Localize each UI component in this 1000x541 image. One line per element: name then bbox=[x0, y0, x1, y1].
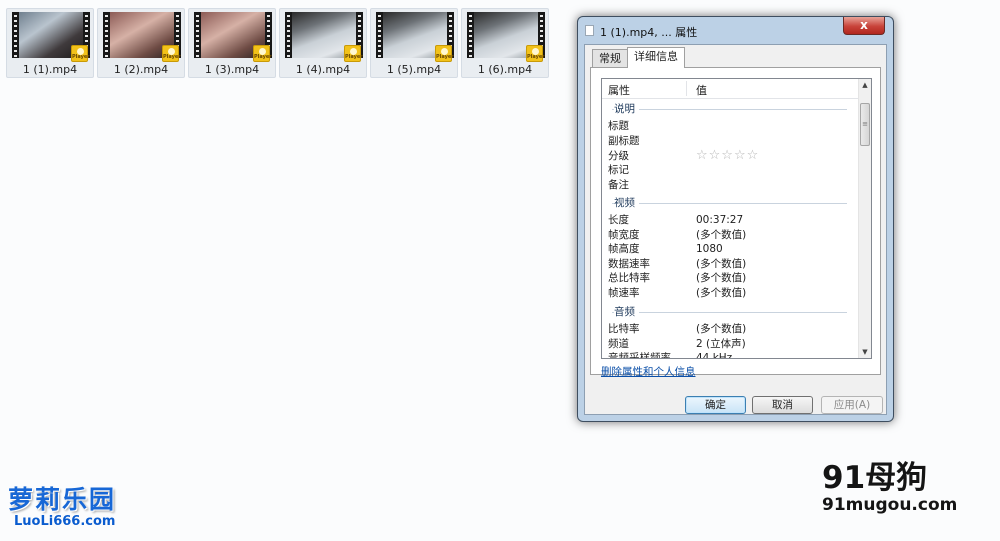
film-strip-icon bbox=[467, 12, 474, 58]
scroll-up-icon[interactable]: ▲ bbox=[859, 79, 871, 91]
list-header: 属性 值 bbox=[602, 79, 858, 99]
group-divider bbox=[612, 312, 847, 313]
dialog-titlebar[interactable]: 1 (1).mp4, ... 属性 x bbox=[578, 17, 893, 44]
video-thumbnail: Player bbox=[467, 12, 545, 62]
tab-general[interactable]: 常规 bbox=[592, 49, 628, 68]
close-button[interactable]: x bbox=[843, 17, 885, 35]
video-thumbnail: Player bbox=[12, 12, 90, 62]
property-key: 总比特率 bbox=[608, 272, 650, 284]
watermark-right-url: 91mugou.com bbox=[822, 495, 958, 515]
tab-strip: 常规 详细信息 bbox=[592, 47, 685, 68]
file-name: 1 (1).mp4 bbox=[22, 63, 78, 76]
file-icon bbox=[585, 25, 594, 36]
video-thumbnail: Player bbox=[103, 12, 181, 62]
group-divider bbox=[612, 203, 847, 204]
property-value: 2 (立体声) bbox=[696, 338, 746, 350]
film-strip-icon bbox=[103, 12, 110, 58]
watermark-left-title: 萝莉乐园 bbox=[8, 485, 117, 514]
properties-dialog: 1 (1).mp4, ... 属性 x 常规 详细信息 属性 值 说明 标题 副… bbox=[577, 16, 894, 422]
property-key: 数据速率 bbox=[608, 258, 650, 270]
property-value: (多个数值) bbox=[696, 272, 747, 284]
file-name: 1 (5).mp4 bbox=[386, 63, 442, 76]
group-divider bbox=[612, 109, 847, 110]
property-key: 备注 bbox=[608, 179, 629, 191]
watermark-left-url: LuoLi666.com bbox=[14, 514, 116, 529]
property-key: 帧宽度 bbox=[608, 229, 640, 241]
property-value: (多个数值) bbox=[696, 229, 747, 241]
dialog-body: 常规 详细信息 属性 值 说明 标题 副标题 分级 ☆☆☆☆☆ 标记 备注 视频… bbox=[584, 44, 887, 415]
property-key: 比特率 bbox=[608, 323, 640, 335]
player-icon: Player bbox=[162, 45, 181, 62]
player-icon: Player bbox=[344, 45, 363, 62]
player-icon: Player bbox=[71, 45, 90, 62]
file-tile[interactable]: Player 1 (4).mp4 bbox=[279, 8, 367, 78]
tab-details[interactable]: 详细信息 bbox=[627, 47, 685, 68]
file-name: 1 (3).mp4 bbox=[204, 63, 260, 76]
film-strip-icon bbox=[285, 12, 292, 58]
video-thumbnail: Player bbox=[376, 12, 454, 62]
ok-button[interactable]: 确定 bbox=[685, 396, 746, 414]
column-divider[interactable] bbox=[686, 81, 687, 96]
file-tile[interactable]: Player 1 (5).mp4 bbox=[370, 8, 458, 78]
property-value: 44 kHz bbox=[696, 352, 733, 359]
group-label: 说明 bbox=[614, 102, 639, 116]
file-name: 1 (6).mp4 bbox=[477, 63, 533, 76]
cancel-button[interactable]: 取消 bbox=[752, 396, 813, 414]
file-tile[interactable]: Player 1 (6).mp4 bbox=[461, 8, 549, 78]
vertical-scrollbar[interactable]: ▲ ≡ ▼ bbox=[858, 79, 871, 358]
property-key: 帧速率 bbox=[608, 287, 640, 299]
player-icon: Player bbox=[526, 45, 545, 62]
apply-button[interactable]: 应用(A) bbox=[821, 396, 883, 414]
property-key: 标记 bbox=[608, 164, 629, 176]
video-thumbnail: Player bbox=[285, 12, 363, 62]
file-name: 1 (2).mp4 bbox=[113, 63, 169, 76]
video-thumbnail: Player bbox=[194, 12, 272, 62]
remove-properties-link[interactable]: 删除属性和个人信息 bbox=[601, 364, 696, 379]
property-value: 1080 bbox=[696, 243, 723, 255]
scroll-thumb[interactable]: ≡ bbox=[860, 103, 870, 146]
property-key: 标题 bbox=[608, 120, 629, 132]
watermark-right-title: 91母狗 bbox=[822, 460, 928, 496]
property-key: 副标题 bbox=[608, 135, 640, 147]
player-icon: Player bbox=[253, 45, 272, 62]
details-panel: 属性 值 说明 标题 副标题 分级 ☆☆☆☆☆ 标记 备注 视频 长度 00:3… bbox=[590, 67, 881, 378]
film-strip-icon bbox=[194, 12, 201, 58]
film-strip-icon bbox=[376, 12, 383, 58]
player-icon: Player bbox=[435, 45, 454, 62]
watermark-right: 91母狗 91mugou.com bbox=[822, 452, 972, 515]
property-value: 00:37:27 bbox=[696, 214, 744, 226]
group-header-description: 说明 bbox=[602, 102, 857, 116]
group-label: 视频 bbox=[614, 196, 639, 210]
dialog-title: 1 (1).mp4, ... 属性 bbox=[600, 26, 698, 39]
file-name: 1 (4).mp4 bbox=[295, 63, 351, 76]
property-key: 长度 bbox=[608, 214, 629, 226]
column-header-value[interactable]: 值 bbox=[696, 82, 707, 98]
file-tile[interactable]: Player 1 (1).mp4 bbox=[6, 8, 94, 78]
file-grid: Player 1 (1).mp4 Player 1 (2).mp4 Player… bbox=[6, 8, 549, 78]
property-key: 分级 bbox=[608, 150, 629, 162]
property-key: 音频采样频率 bbox=[608, 352, 671, 359]
group-header-video: 视频 bbox=[602, 196, 857, 210]
group-header-audio: 音频 bbox=[602, 305, 857, 319]
rating-stars-icon[interactable]: ☆☆☆☆☆ bbox=[696, 149, 759, 163]
property-key: 帧高度 bbox=[608, 243, 640, 255]
file-tile[interactable]: Player 1 (2).mp4 bbox=[97, 8, 185, 78]
property-value: (多个数值) bbox=[696, 258, 747, 270]
property-value: (多个数值) bbox=[696, 287, 747, 299]
film-strip-icon bbox=[12, 12, 19, 58]
scroll-down-icon[interactable]: ▼ bbox=[859, 346, 871, 358]
watermark-left: 萝莉乐园 LuoLi666.com bbox=[8, 480, 116, 529]
property-key: 频道 bbox=[608, 338, 629, 350]
property-list[interactable]: 属性 值 说明 标题 副标题 分级 ☆☆☆☆☆ 标记 备注 视频 长度 00:3… bbox=[601, 78, 872, 359]
file-tile[interactable]: Player 1 (3).mp4 bbox=[188, 8, 276, 78]
property-value: (多个数值) bbox=[696, 323, 747, 335]
group-label: 音频 bbox=[614, 305, 639, 319]
column-header-property[interactable]: 属性 bbox=[608, 82, 630, 98]
